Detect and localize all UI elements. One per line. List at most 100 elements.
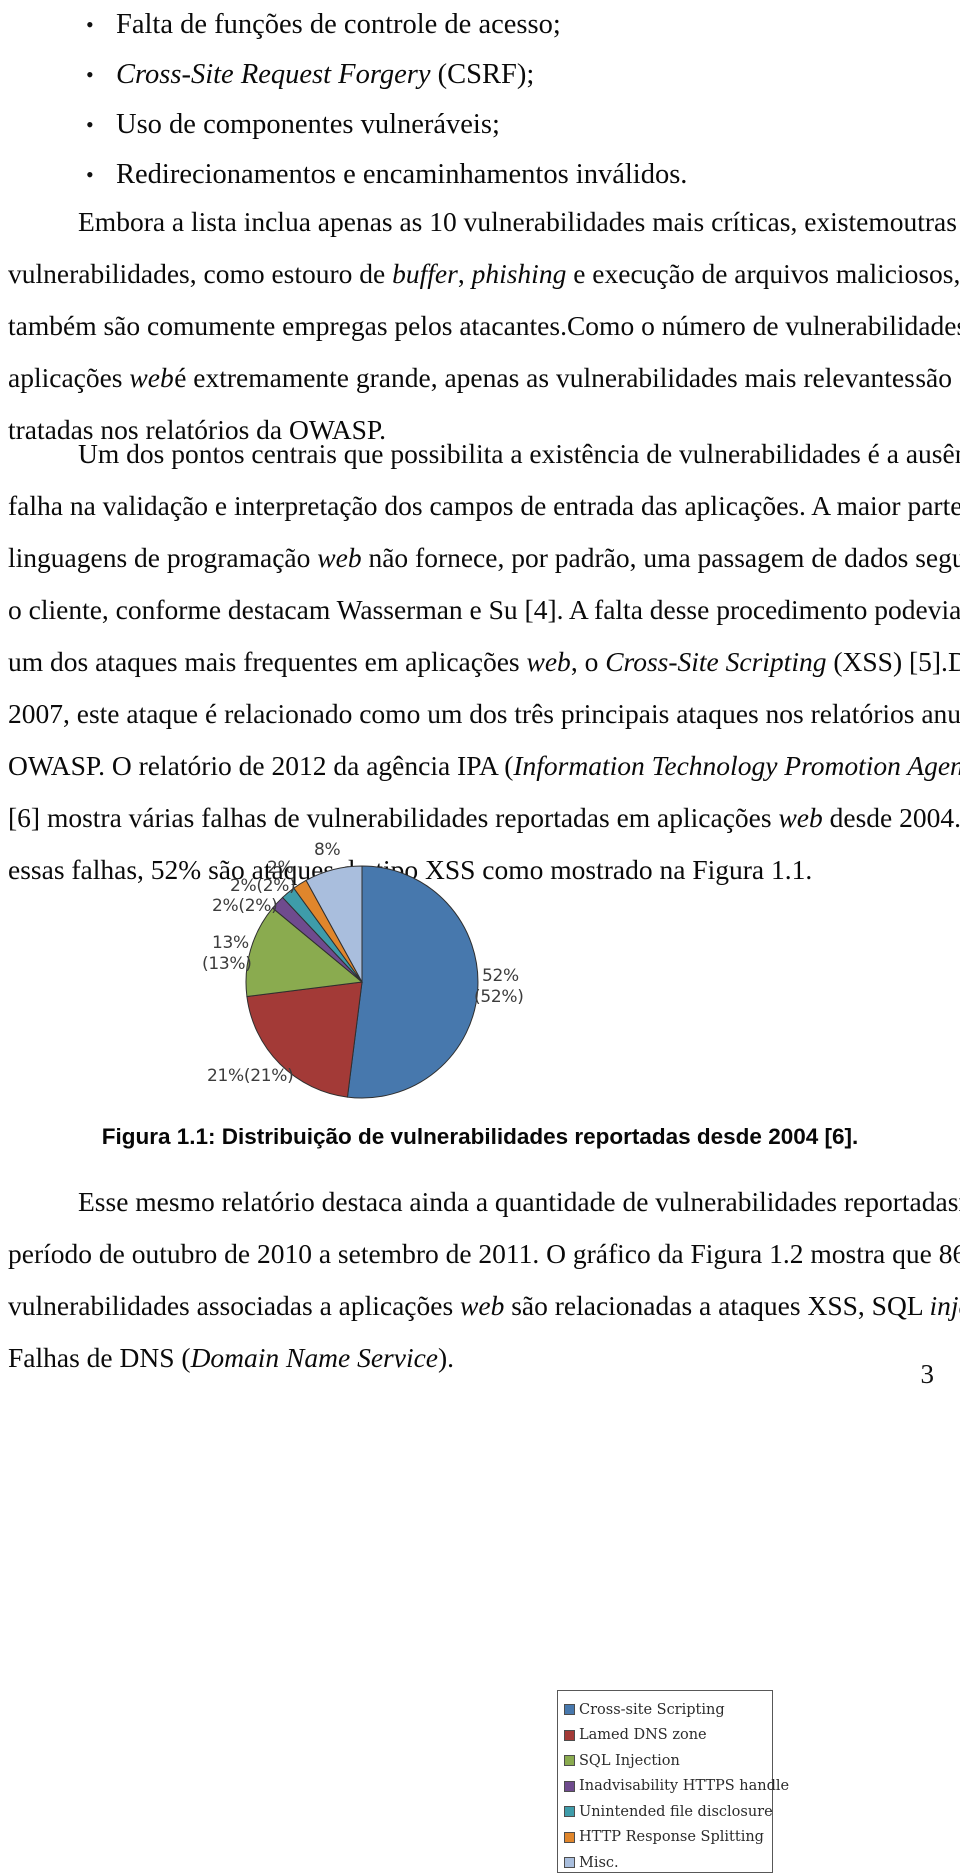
text-run: (XSS) [5].	[833, 646, 948, 677]
legend-item: Cross-site Scripting	[564, 1697, 772, 1723]
legend-swatch-icon	[564, 1806, 575, 1818]
paragraph-line: Um dos pontos centrais que possibilita a…	[8, 428, 960, 480]
bullet-list: • Falta de funções de controle de acesso…	[8, 0, 952, 200]
paragraph-line: [6] mostra várias falhas de vulnerabilid…	[8, 792, 960, 844]
legend-item: Misc.	[564, 1850, 772, 1876]
text-run: , o	[570, 646, 599, 677]
paragraph-line: vulnerabilidades, como estouro de buffer…	[8, 248, 960, 300]
list-item-text: Falta de funções de controle de acesso;	[116, 9, 561, 40]
text-run: também são comumente empregas pelos atac…	[8, 310, 567, 341]
text-run: linguagens de programação	[8, 542, 311, 573]
legend-swatch-icon	[564, 1704, 575, 1716]
text-run: [6] mostra várias falhas de vulnerabilid…	[8, 802, 772, 833]
legend-item-label: SQL Injection	[579, 1752, 680, 1769]
legend-swatch-icon	[564, 1857, 575, 1869]
legend-item-label: Lamed DNS zone	[579, 1727, 707, 1744]
legend-item: Inadvisability HTTPS handle	[564, 1774, 789, 1800]
text-run: ,	[457, 258, 465, 289]
legend-swatch-icon	[564, 1780, 575, 1792]
page-number: 3	[920, 1359, 935, 1389]
text-run: outras	[889, 206, 957, 237]
text-run: falha na validação e interpretação dos c…	[8, 490, 960, 521]
text-run: e execução de arquivos maliciosos,	[573, 258, 960, 289]
list-item: • Redirecionamentos e encaminhamentos in…	[8, 150, 952, 200]
figure-caption: Figura 1.1: Distribuição de vulnerabilid…	[101, 1124, 859, 1149]
text-run: Embora a lista inclua apenas as 10 vulne…	[78, 206, 890, 237]
text-run: são relacionadas a ataques XSS, SQL	[511, 1290, 923, 1321]
text-run: Desde	[947, 646, 960, 677]
legend-swatch-icon	[564, 1729, 575, 1741]
legend-item-label: Unintended file disclosure	[579, 1803, 773, 1820]
paragraph-line: período de outubro de 2010 a setembro de…	[8, 1228, 960, 1280]
text-run: não fornece, por padrão, uma passagem de…	[368, 542, 960, 573]
text-run-italic: buffer	[392, 258, 458, 289]
pie-label-inadvisability-https-handle: 2%(2%)	[212, 896, 278, 916]
text-run: vulnerabilidades, como estouro de	[8, 258, 386, 289]
legend-item-label: HTTP Response Splitting	[579, 1829, 764, 1846]
legend-item: HTTP Response Splitting	[564, 1825, 772, 1851]
text-run: Um dos pontos centrais que possibilita a…	[78, 438, 960, 469]
text-run-italic: web	[460, 1290, 505, 1321]
pie-label-cross-site-scripting-line1: 52%	[482, 966, 519, 986]
paragraph-line: falha na validação e interpretação dos c…	[8, 480, 960, 532]
legend-item-label: Cross-site Scripting	[579, 1701, 725, 1718]
text-run: o cliente, conforme destacam Wasserman e…	[8, 594, 928, 625]
list-item-italic-term: Cross-Site Request Forgery	[116, 59, 431, 90]
pie-label-sql-injection-line1: 13%	[212, 933, 249, 953]
paragraph-input-validation: Um dos pontos centrais que possibilita a…	[8, 428, 960, 896]
text-run: Falhas de DNS (	[8, 1342, 191, 1373]
text-run-italic: web	[129, 362, 174, 393]
text-run: viabilizar	[927, 594, 960, 625]
bullet-marker-icon: •	[86, 162, 94, 187]
paragraph-line: o cliente, conforme destacam Wasserman e…	[8, 584, 960, 636]
legend-item: Unintended file disclosure	[564, 1799, 773, 1825]
text-run: vulnerabilidades associadas a aplicações	[8, 1290, 454, 1321]
figure-pie-chart: 8% 2% 2%(2%) 2%(2%) 13% (13%) 21%(21%) 5…	[0, 838, 960, 1873]
paragraph-line: vulnerabilidades associadas a aplicações…	[8, 1280, 960, 1332]
text-run: são	[915, 362, 952, 393]
pie-label-misc: 8%	[314, 840, 341, 860]
paragraph-line: aplicações web é extremamente grande, ape…	[8, 352, 952, 404]
paragraph-owasp-list: Embora a lista inclua apenas as 10 vulne…	[8, 196, 960, 456]
text-run: desde 2004.	[829, 802, 960, 833]
text-run-italic: Information Technology Promotion Agency	[513, 750, 960, 781]
pie-chart-area: 8% 2% 2%(2%) 2%(2%) 13% (13%) 21%(21%) 5…	[190, 838, 570, 1128]
list-item-text: Redirecionamentos e encaminhamentos invá…	[116, 159, 688, 190]
text-run-italic: Domain Name Service	[190, 1342, 438, 1373]
legend-item: Lamed DNS zone	[564, 1723, 772, 1749]
legend-item-label: Inadvisability HTTPS handle	[579, 1778, 790, 1795]
legend-item-label: Misc.	[579, 1854, 619, 1871]
text-run-italic: Cross-Site Scripting	[605, 646, 827, 677]
paragraph-line: 2007, este ataque é relacionado como um …	[8, 688, 960, 740]
list-item: • Cross-Site Request Forgery (CSRF);	[8, 50, 952, 100]
text-run: Como o número de vulnerabilidades	[566, 310, 960, 341]
list-item: • Falta de funções de controle de acesso…	[8, 0, 952, 50]
text-run: aplicações	[8, 362, 123, 393]
text-run: Esse mesmo relatório destaca ainda a qua…	[78, 1186, 959, 1217]
text-run-italic: phishing	[471, 258, 567, 289]
text-run: é extremamente grande, apenas as vulnera…	[174, 362, 915, 393]
text-run-italic: web	[778, 802, 823, 833]
paragraph-line: Embora a lista inclua apenas as 10 vulne…	[8, 196, 957, 248]
pie-label-sql-injection-line2: (13%)	[202, 954, 252, 974]
bullet-marker-icon: •	[86, 112, 94, 137]
text-run: OWASP. O relatório de 2012 da agência IP…	[8, 750, 514, 781]
legend-swatch-icon	[564, 1831, 575, 1843]
paragraph-line: um dos ataques mais frequentes em aplica…	[8, 636, 960, 688]
pie-label-cross-site-scripting-line2: (52%)	[474, 987, 524, 1007]
text-run-italic: injection	[929, 1290, 960, 1321]
paragraph-report-period: Esse mesmo relatório destaca ainda a qua…	[8, 1176, 960, 1384]
text-run: um dos ataques mais frequentes em aplica…	[8, 646, 520, 677]
paragraph-line: Falhas de DNS (Domain Name Service).	[8, 1332, 952, 1384]
paragraph-line: Esse mesmo relatório destaca ainda a qua…	[8, 1176, 960, 1228]
legend-swatch-icon	[564, 1755, 575, 1767]
bullet-marker-icon: •	[86, 62, 94, 87]
bullet-marker-icon: •	[86, 12, 94, 37]
list-item: • Uso de componentes vulneráveis;	[8, 100, 952, 150]
text-run: ).	[438, 1342, 455, 1373]
pie-label-unintended-file-disclosure: 2%(2%)	[230, 876, 296, 896]
chart-legend: Cross-site Scripting Lamed DNS zone SQL In…	[557, 1690, 789, 1876]
text-run: período de outubro de 2010 a setembro de…	[8, 1238, 960, 1269]
list-item-text: Cross-Site Request Forgery (CSRF);	[116, 50, 534, 100]
pie-slice	[346, 865, 479, 1099]
